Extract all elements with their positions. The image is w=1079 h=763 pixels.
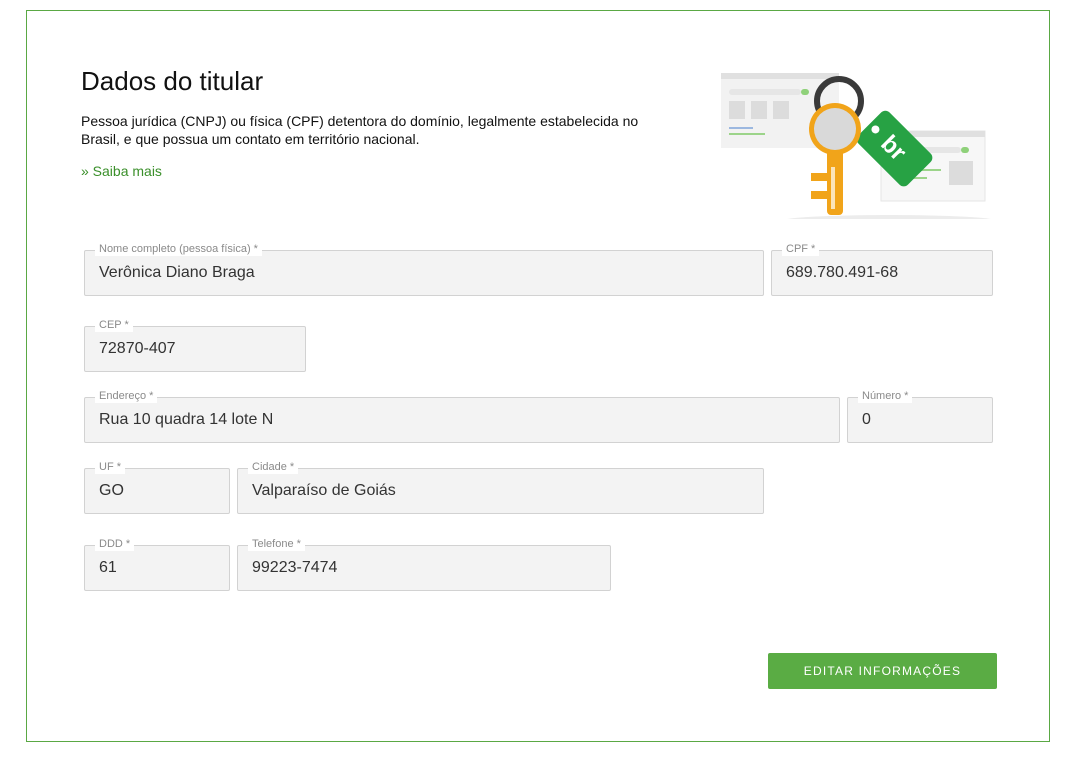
edit-info-button[interactable]: EDITAR INFORMAÇÕES — [768, 653, 997, 689]
numero-field[interactable]: Número * 0 — [847, 389, 993, 443]
telefone-label: Telefone * — [248, 537, 305, 551]
endereco-value[interactable]: Rua 10 quadra 14 lote N — [99, 411, 831, 429]
uf-label: UF * — [95, 460, 125, 474]
numero-value[interactable]: 0 — [862, 411, 984, 429]
uf-value[interactable]: GO — [99, 482, 221, 500]
page-description: Pessoa jurídica (CNPJ) ou física (CPF) d… — [81, 113, 639, 147]
numero-label: Número * — [858, 389, 913, 403]
telefone-value[interactable]: 99223-7474 — [252, 559, 602, 577]
telefone-field[interactable]: Telefone * 99223-7474 — [237, 537, 611, 591]
cidade-label: Cidade * — [248, 460, 299, 474]
endereco-field[interactable]: Endereço * Rua 10 quadra 14 lote N — [84, 389, 840, 443]
nome-field[interactable]: Nome completo (pessoa física) * Verônica… — [84, 242, 764, 296]
ddd-field[interactable]: DDD * 61 — [84, 537, 230, 591]
cpf-field[interactable]: CPF * 689.780.491-68 — [771, 242, 993, 296]
cep-value[interactable]: 72870-407 — [99, 340, 297, 358]
holder-data-card: Dados do titular Pessoa jurídica (CNPJ) … — [26, 10, 1050, 742]
cep-label: CEP * — [95, 318, 133, 332]
ddd-value[interactable]: 61 — [99, 559, 221, 577]
domain-keys-illustration: br — [721, 73, 991, 219]
ddd-label: DDD * — [95, 537, 135, 551]
cidade-field[interactable]: Cidade * Valparaíso de Goiás — [237, 460, 764, 514]
cep-field[interactable]: CEP * 72870-407 — [84, 318, 306, 372]
nome-value[interactable]: Verônica Diano Braga — [99, 264, 755, 282]
uf-field[interactable]: UF * GO — [84, 460, 230, 514]
cidade-value[interactable]: Valparaíso de Goiás — [252, 482, 755, 500]
endereco-label: Endereço * — [95, 389, 158, 403]
page-title: Dados do titular — [81, 66, 264, 96]
learn-more-link[interactable]: » Saiba mais — [81, 163, 162, 179]
cpf-label: CPF * — [782, 242, 820, 256]
cpf-value[interactable]: 689.780.491-68 — [786, 264, 984, 282]
nome-label: Nome completo (pessoa física) * — [95, 242, 262, 256]
